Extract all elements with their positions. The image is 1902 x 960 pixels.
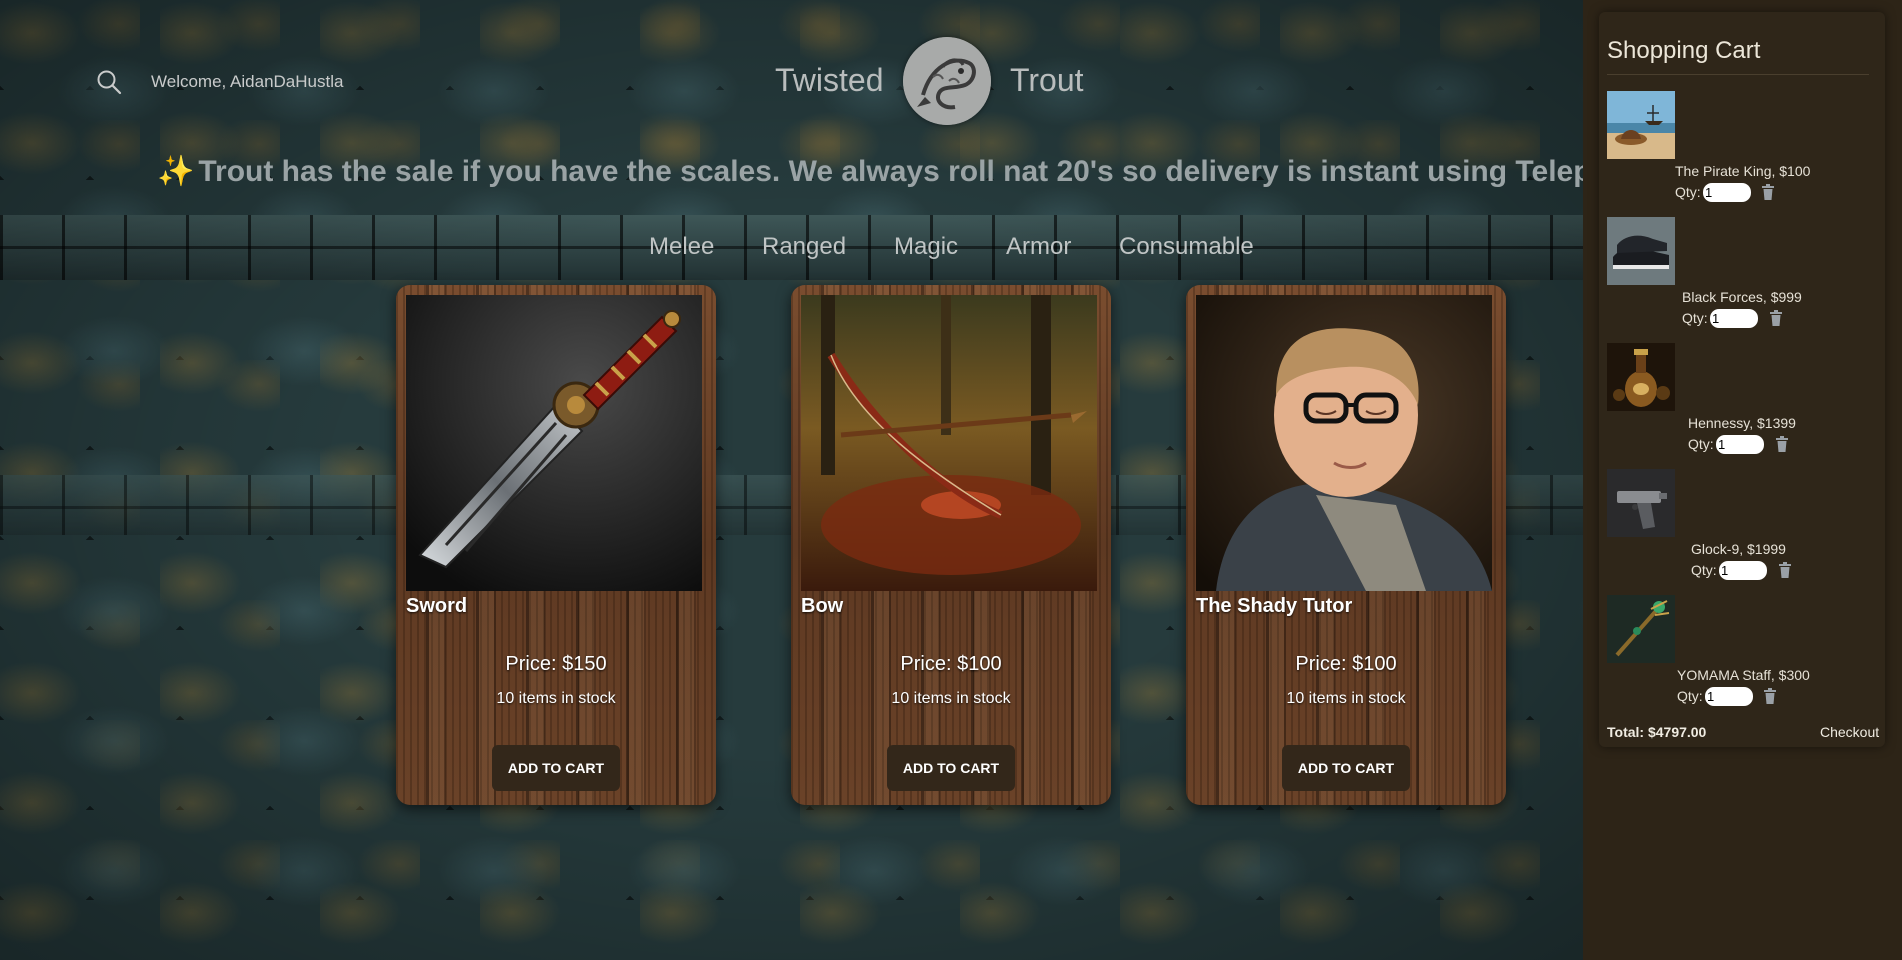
cart-item-pirate-king: The Pirate King, $100 Qty: bbox=[1583, 91, 1902, 209]
cart-item-hennessy: Hennessy, $1399 Qty: bbox=[1583, 343, 1902, 461]
add-to-cart-button[interactable]: ADD TO CART bbox=[492, 745, 620, 791]
trash-icon[interactable] bbox=[1769, 310, 1783, 326]
sparkle-icon: ✨ bbox=[157, 155, 195, 188]
announcement-marquee: ✨ Trout has the sale if you have the scal… bbox=[157, 154, 1583, 194]
qty-label: Qty: bbox=[1691, 562, 1717, 578]
cart-item-image bbox=[1607, 595, 1675, 663]
cart-title: Shopping Cart bbox=[1607, 37, 1761, 64]
nav-item-consumable[interactable]: Consumable bbox=[1119, 233, 1254, 261]
product-stock: 10 items in stock bbox=[1286, 690, 1406, 707]
cart-item-name: Hennessy, $1399 bbox=[1688, 415, 1796, 431]
nav-item-armor[interactable]: Armor bbox=[1006, 233, 1071, 261]
qty-label: Qty: bbox=[1682, 310, 1708, 326]
product-price: Price: $100 bbox=[900, 653, 1002, 675]
cart-total: Total: $4797.00 bbox=[1607, 724, 1707, 740]
add-to-cart-button[interactable]: ADD TO CART bbox=[1282, 745, 1410, 791]
cart-item-image bbox=[1607, 343, 1675, 411]
qty-input[interactable] bbox=[1719, 561, 1767, 580]
trout-logo[interactable] bbox=[903, 37, 991, 125]
qty-input[interactable] bbox=[1705, 687, 1753, 706]
nav-item-magic[interactable]: Magic bbox=[894, 233, 958, 261]
search-icon[interactable] bbox=[96, 69, 122, 95]
product-price: Price: $150 bbox=[505, 653, 607, 675]
cart-item-name: Glock-9, $1999 bbox=[1691, 541, 1786, 557]
product-title: Bow bbox=[801, 595, 844, 617]
cart-item-black-forces: Black Forces, $999 Qty: bbox=[1583, 217, 1902, 335]
cart-item-name: YOMAMA Staff, $300 bbox=[1677, 667, 1810, 683]
product-card-bow: Bow Price: $100 10 items in stock ADD TO… bbox=[791, 285, 1111, 805]
trash-icon[interactable] bbox=[1775, 436, 1789, 452]
cart-item-name: The Pirate King, $100 bbox=[1675, 163, 1811, 179]
announcement-text: Trout has the sale if you have the scale… bbox=[198, 155, 1583, 188]
product-price: Price: $100 bbox=[1295, 653, 1397, 675]
nav-item-ranged[interactable]: Ranged bbox=[762, 233, 846, 261]
trash-icon[interactable] bbox=[1778, 562, 1792, 578]
trash-icon[interactable] bbox=[1761, 184, 1775, 200]
cart-item-image bbox=[1607, 91, 1675, 159]
product-title: The Shady Tutor bbox=[1196, 595, 1353, 617]
qty-input[interactable] bbox=[1710, 309, 1758, 328]
cart-item-glock-9: Glock-9, $1999 Qty: bbox=[1583, 469, 1902, 587]
product-image-sword bbox=[406, 295, 702, 591]
nav-item-melee[interactable]: Melee bbox=[649, 233, 714, 261]
welcome-text: Welcome, AidanDaHustla bbox=[151, 72, 344, 91]
cart-item-image bbox=[1607, 469, 1675, 537]
cart-item-name: Black Forces, $999 bbox=[1682, 289, 1802, 305]
product-title: Sword bbox=[406, 595, 468, 617]
product-stock: 10 items in stock bbox=[496, 690, 616, 707]
qty-label: Qty: bbox=[1675, 184, 1701, 200]
qty-label: Qty: bbox=[1688, 436, 1714, 452]
cart-item-yomama-staff: YOMAMA Staff, $300 Qty: bbox=[1583, 595, 1902, 713]
product-image-bow bbox=[801, 295, 1097, 591]
qty-label: Qty: bbox=[1677, 688, 1703, 704]
product-stock: 10 items in stock bbox=[891, 690, 1011, 707]
brand-name-left: Twisted bbox=[775, 62, 884, 98]
trash-icon[interactable] bbox=[1763, 688, 1777, 704]
add-to-cart-button[interactable]: ADD TO CART bbox=[887, 745, 1015, 791]
checkout-button[interactable]: Checkout bbox=[1820, 724, 1879, 740]
product-image-shady-tutor bbox=[1196, 295, 1492, 591]
product-card-sword: Sword Price: $150 10 items in stock ADD … bbox=[396, 285, 716, 805]
shopping-cart-sidebar: Shopping Cart The Pirate King, $100 Qty: bbox=[1583, 0, 1902, 960]
product-card-shady-tutor: The Shady Tutor Price: $100 10 items in … bbox=[1186, 285, 1506, 805]
cart-divider bbox=[1607, 74, 1869, 75]
qty-input[interactable] bbox=[1703, 183, 1751, 202]
brand-name-right: Trout bbox=[1010, 62, 1084, 98]
qty-input[interactable] bbox=[1716, 435, 1764, 454]
cart-item-image bbox=[1607, 217, 1675, 285]
